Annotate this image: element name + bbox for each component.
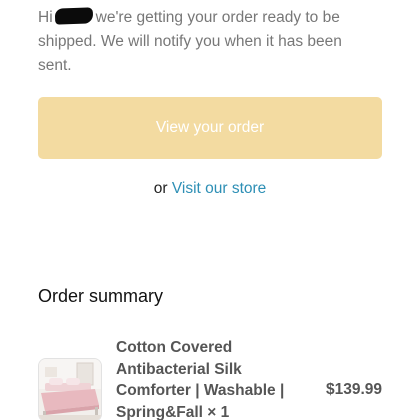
greeting-text: Hi we're getting your order ready to be s…	[38, 6, 378, 78]
order-summary-title: Order summary	[38, 286, 164, 306]
bedroom-image-icon	[39, 359, 101, 420]
visit-store-link[interactable]: Visit our store	[172, 180, 266, 197]
or-label: or	[153, 180, 168, 197]
view-order-label: View your order	[155, 119, 265, 136]
redacted-customer-name	[54, 7, 93, 25]
product-quantity: × 1	[207, 403, 230, 420]
view-order-button[interactable]: View your order	[38, 97, 382, 159]
product-name: Cotton Covered Antibacterial Silk Comfor…	[116, 337, 306, 420]
order-email: Hi we're getting your order ready to be s…	[0, 0, 420, 420]
product-title: Cotton Covered Antibacterial Silk Comfor…	[116, 339, 285, 420]
greeting-prefix: Hi	[38, 9, 53, 26]
product-price: $139.99	[325, 381, 382, 398]
product-thumbnail	[38, 358, 102, 420]
store-line: or Visit our store	[0, 178, 420, 200]
